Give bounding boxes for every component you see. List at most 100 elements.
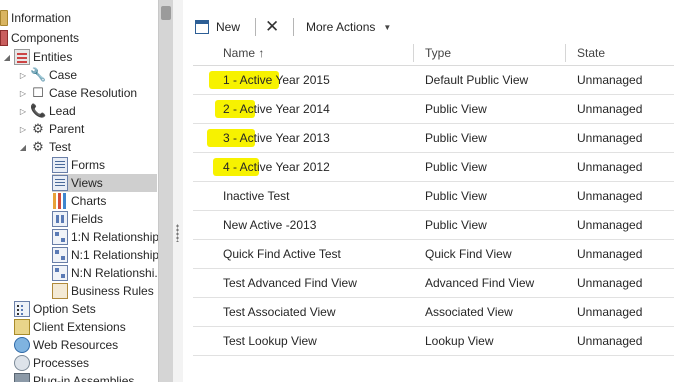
table-row[interactable]: 2 - Active Year 2014 Public View Unmanag… xyxy=(193,95,674,124)
nav-item-case-resolution[interactable]: ▷ ☐ Case Resolution xyxy=(0,84,137,102)
views-icon xyxy=(52,175,68,191)
view-name[interactable]: Test Associated View xyxy=(223,298,336,326)
table-row[interactable]: 1 - Active Year 2015 Default Public View… xyxy=(193,66,674,95)
expand-toggle-icon[interactable]: ▷ xyxy=(18,102,28,120)
nav-item-entities[interactable]: ◢ Entities xyxy=(0,48,72,66)
column-divider[interactable] xyxy=(413,44,414,62)
nav-label: Processes xyxy=(33,356,90,370)
new-button-label: New xyxy=(216,20,241,34)
nav-item-nn-relationships[interactable]: N:N Relationshi... xyxy=(52,264,158,282)
column-header-type[interactable]: Type xyxy=(425,40,451,66)
nav-item-test[interactable]: ◢ ⚙ Test xyxy=(0,138,71,156)
plugin-assemblies-icon xyxy=(14,373,30,382)
table-row[interactable]: 4 - Active Year 2012 Public View Unmanag… xyxy=(193,153,674,182)
view-name[interactable]: Test Lookup View xyxy=(223,327,317,355)
nav-item-case[interactable]: ▷ 🔧 Case xyxy=(0,66,77,84)
view-state: Unmanaged xyxy=(577,305,643,319)
column-header-name[interactable]: Name ↑ xyxy=(223,40,264,66)
table-row[interactable]: Test Lookup View Lookup View Unmanaged xyxy=(193,327,674,356)
nav-item-business-rules[interactable]: Business Rules xyxy=(52,282,154,300)
nav-item-n1-relationships[interactable]: N:1 Relationships xyxy=(52,246,158,264)
relationship-icon xyxy=(52,229,68,245)
nav-label: Case xyxy=(49,68,78,82)
expand-toggle-icon[interactable]: ▷ xyxy=(18,120,28,138)
view-state: Unmanaged xyxy=(577,276,643,290)
option-sets-icon xyxy=(14,301,30,317)
table-row[interactable]: Test Associated View Associated View Unm… xyxy=(193,298,674,327)
table-row[interactable]: Inactive Test Public View Unmanaged xyxy=(193,182,674,211)
pane-splitter[interactable] xyxy=(173,0,183,382)
view-type: Public View xyxy=(425,189,487,203)
expand-toggle-icon[interactable]: ▷ xyxy=(18,84,28,102)
table-row[interactable]: Test Advanced Find View Advanced Find Vi… xyxy=(193,269,674,298)
nav-item-processes[interactable]: Processes xyxy=(14,354,89,372)
nav-item-forms[interactable]: Forms xyxy=(52,156,105,174)
phone-icon: 📞 xyxy=(30,103,47,118)
components-icon xyxy=(0,30,8,46)
nav-label: N:1 Relationships xyxy=(71,248,158,262)
nav-item-lead[interactable]: ▷ 📞 Lead xyxy=(0,102,76,120)
view-name[interactable]: 2 - Active Year 2014 xyxy=(223,95,330,123)
view-state: Unmanaged xyxy=(577,73,643,87)
splitter-grip-icon[interactable] xyxy=(176,224,179,242)
column-divider[interactable] xyxy=(565,44,566,62)
nav-label: Web Resources xyxy=(33,338,119,352)
view-name[interactable]: Inactive Test xyxy=(223,182,289,210)
view-state: Unmanaged xyxy=(577,189,643,203)
expand-toggle-icon[interactable]: ◢ xyxy=(2,48,12,66)
nav-item-plugin-assemblies[interactable]: Plug-in Assemblies xyxy=(14,372,134,382)
view-state: Unmanaged xyxy=(577,131,643,145)
nav-label: Option Sets xyxy=(33,302,96,316)
new-button[interactable]: New xyxy=(195,16,240,38)
toolbar-separator xyxy=(293,18,294,36)
grid-header: Name ↑ Type State xyxy=(193,40,674,66)
chevron-down-icon: ▼ xyxy=(383,22,392,32)
nav-item-client-extensions[interactable]: Client Extensions xyxy=(14,318,126,336)
client-extensions-icon xyxy=(14,319,30,335)
nav-item-components[interactable]: Components xyxy=(0,29,79,47)
view-type: Associated View xyxy=(425,305,513,319)
nav-item-1n-relationships[interactable]: 1:N Relationships xyxy=(52,228,158,246)
forms-icon xyxy=(52,157,68,173)
nav-label: Components xyxy=(11,31,80,45)
table-row[interactable]: New Active -2013 Public View Unmanaged xyxy=(193,211,674,240)
new-icon xyxy=(195,20,209,34)
view-state: Unmanaged xyxy=(577,334,643,348)
view-name[interactable]: Quick Find Active Test xyxy=(223,240,341,268)
gear-icon: ⚙ xyxy=(32,139,44,154)
nav-item-web-resources[interactable]: Web Resources xyxy=(14,336,118,354)
expand-toggle-icon[interactable]: ▷ xyxy=(18,66,28,84)
view-type: Lookup View xyxy=(425,334,494,348)
table-row[interactable]: 3 - Active Year 2013 Public View Unmanag… xyxy=(193,124,674,153)
view-type: Advanced Find View xyxy=(425,276,535,290)
view-name[interactable]: 4 - Active Year 2012 xyxy=(223,153,330,181)
more-actions-label: More Actions xyxy=(306,20,376,34)
nav-scrollbar[interactable] xyxy=(158,0,173,382)
nav-label: Information xyxy=(11,11,72,25)
toolbar-separator xyxy=(255,18,256,36)
nav-item-views[interactable]: Views xyxy=(52,174,157,192)
wrench-icon: 🔧 xyxy=(30,67,47,82)
nav-item-option-sets[interactable]: Option Sets xyxy=(14,300,96,318)
processes-icon xyxy=(14,355,30,371)
nav-label: Client Extensions xyxy=(33,320,126,334)
view-name[interactable]: New Active -2013 xyxy=(223,211,316,239)
relationship-icon xyxy=(52,265,68,281)
table-row[interactable]: Quick Find Active Test Quick Find View U… xyxy=(193,240,674,269)
collapse-toggle-icon[interactable]: ◢ xyxy=(18,138,28,156)
solution-navigation-tree: Information Components ◢ Entities ▷ 🔧 Ca… xyxy=(0,0,158,382)
nav-item-information[interactable]: Information xyxy=(0,9,71,27)
view-name[interactable]: 3 - Active Year 2013 xyxy=(223,124,330,152)
delete-button[interactable]: ✕ xyxy=(265,16,279,38)
view-name[interactable]: Test Advanced Find View xyxy=(223,269,357,297)
column-header-state[interactable]: State xyxy=(577,40,605,66)
nav-item-fields[interactable]: Fields xyxy=(52,210,103,228)
web-resources-icon xyxy=(14,337,30,353)
scrollbar-thumb[interactable] xyxy=(161,6,171,20)
nav-item-charts[interactable]: Charts xyxy=(52,192,106,210)
nav-item-parent[interactable]: ▷ ⚙ Parent xyxy=(0,120,84,138)
nav-label: Plug-in Assemblies xyxy=(33,374,135,382)
view-name[interactable]: 1 - Active Year 2015 xyxy=(223,66,330,94)
more-actions-button[interactable]: More Actions ▼ xyxy=(306,16,391,38)
nav-label: Lead xyxy=(49,104,76,118)
